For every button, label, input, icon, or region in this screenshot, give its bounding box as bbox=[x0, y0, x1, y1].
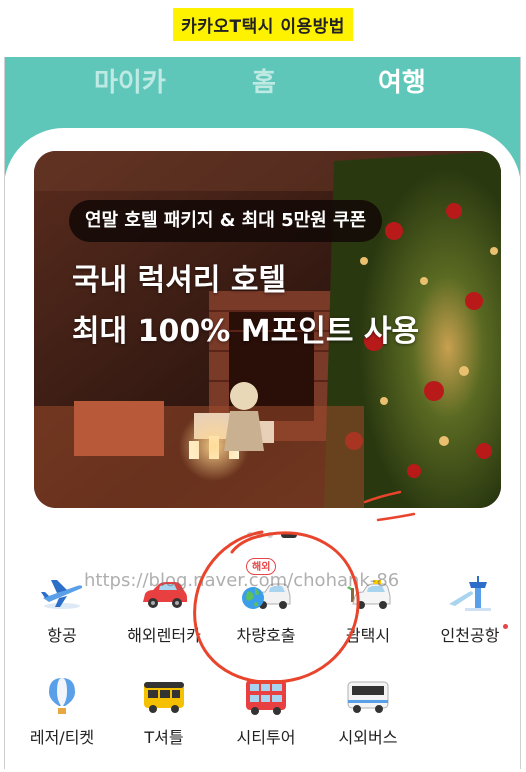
double-decker-bus-icon bbox=[246, 680, 286, 715]
promo-banner[interactable]: 연말 호텔 패키지 & 최대 5만원 쿠폰 국내 럭셔리 호텔 최대 100% … bbox=[34, 151, 501, 508]
tab-home[interactable]: 홈 bbox=[252, 62, 276, 99]
service-city-tour[interactable]: 시티투어 bbox=[214, 676, 318, 747]
tab-mycar[interactable]: 마이카 bbox=[94, 62, 166, 99]
service-flight[interactable]: 항공 bbox=[10, 574, 114, 645]
service-label: 시티투어 bbox=[236, 728, 296, 747]
service-incheon-airport[interactable]: 인천공항 bbox=[418, 574, 522, 645]
airplane-icon bbox=[41, 580, 83, 609]
intercity-bus-icon bbox=[347, 681, 389, 713]
service-intercity-bus[interactable]: 시외버스 bbox=[316, 676, 420, 747]
taxi-icon bbox=[347, 580, 391, 609]
active-tab-indicator bbox=[398, 116, 407, 125]
overseas-badge: 해외 bbox=[246, 558, 277, 575]
rental-car-icon bbox=[143, 582, 187, 608]
pager-dot bbox=[257, 532, 263, 538]
service-label: 레저/티켓 bbox=[29, 728, 95, 747]
hot-air-balloon-icon bbox=[49, 678, 75, 714]
service-label: 괌택시 bbox=[345, 626, 391, 645]
service-label: 해외렌터카 bbox=[127, 626, 201, 645]
shuttle-bus-icon bbox=[144, 682, 184, 713]
service-label: 시외버스 bbox=[338, 728, 398, 747]
airport-tower-icon bbox=[449, 576, 491, 611]
tab-travel[interactable]: 여행 bbox=[378, 62, 426, 99]
service-label: 차량호출 bbox=[236, 626, 296, 645]
service-guam-taxi[interactable]: 괌택시 bbox=[316, 574, 420, 645]
service-overseas-rental[interactable]: 해외렌터카 bbox=[112, 574, 216, 645]
service-t-shuttle[interactable]: T셔틀 bbox=[112, 676, 216, 747]
service-label: T셔틀 bbox=[144, 728, 184, 747]
caption: 카카오T택시 이용방법 bbox=[173, 8, 353, 41]
banner-headline-line1: 국내 럭셔리 호텔 bbox=[72, 263, 287, 298]
service-label: 항공 bbox=[47, 626, 77, 645]
banner-pill: 연말 호텔 패키지 & 최대 5만원 쿠폰 bbox=[69, 200, 383, 242]
service-label: 인천공항 bbox=[440, 626, 500, 645]
service-leisure-ticket[interactable]: 레저/티켓 bbox=[10, 676, 114, 747]
car-globe-icon bbox=[242, 583, 291, 609]
service-car-call[interactable]: 해외 차량호출 bbox=[214, 558, 318, 645]
pager-dot bbox=[267, 532, 273, 538]
pager-dot bbox=[247, 532, 253, 538]
pager-dot-active bbox=[281, 532, 297, 538]
banner-headline-line2: 최대 100% M포인트 사용 bbox=[72, 314, 420, 349]
